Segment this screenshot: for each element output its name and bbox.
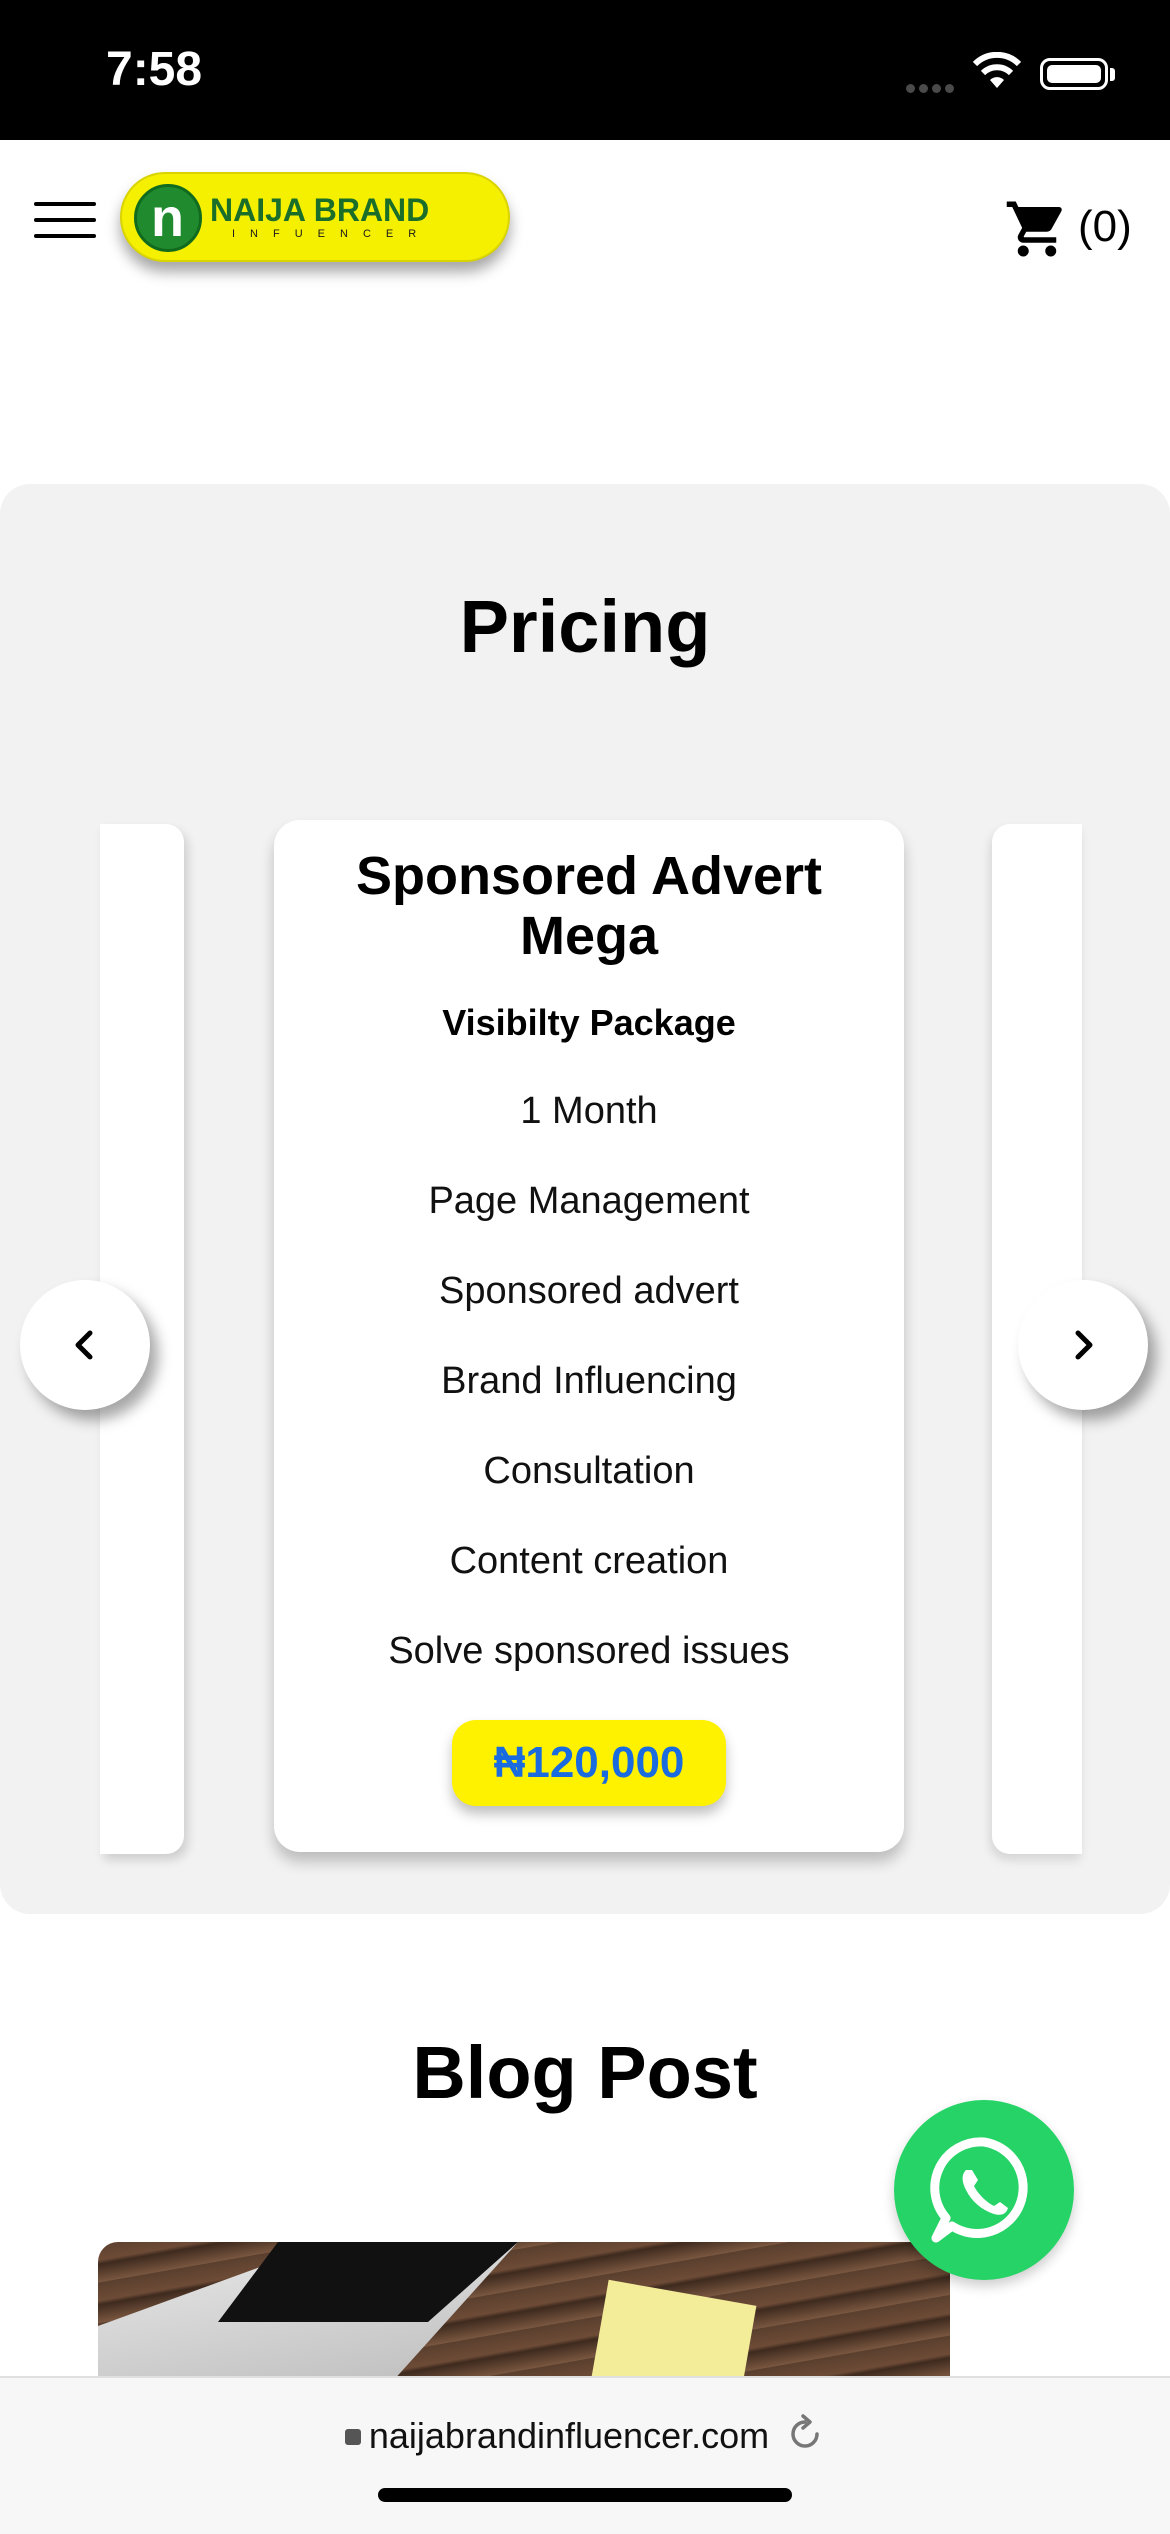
- card-subtitle: Visibilty Package: [442, 1002, 736, 1043]
- reload-icon[interactable]: [785, 2414, 825, 2463]
- browser-url-bar[interactable]: naijabrandinfluencer.com: [0, 2376, 1170, 2534]
- logo-title: NAIJA BRAND: [210, 192, 430, 228]
- notepad-illustration: [589, 2279, 757, 2382]
- hamburger-menu-icon[interactable]: [34, 202, 96, 242]
- status-time: 7:58: [106, 43, 203, 96]
- feature-item: Brand Influencing: [441, 1360, 737, 1402]
- url-text: naijabrandinfluencer.com: [368, 2415, 770, 2457]
- feature-item: Page Management: [428, 1180, 750, 1222]
- chevron-right-icon: [1075, 1330, 1093, 1360]
- card-title-line1: Sponsored Advert: [355, 846, 823, 906]
- logo-emblem: n: [134, 184, 202, 252]
- feature-item: Content creation: [449, 1540, 729, 1582]
- url-display[interactable]: naijabrandinfluencer.com: [0, 2414, 1170, 2463]
- card-title: Sponsored Advert Mega: [274, 846, 904, 966]
- price-button[interactable]: ₦120,000: [452, 1720, 726, 1806]
- blog-post-image[interactable]: [98, 2242, 950, 2382]
- carousel-next-button[interactable]: [1018, 1280, 1148, 1410]
- pricing-title: Pricing: [459, 585, 711, 668]
- lock-icon: [344, 2428, 361, 2445]
- whatsapp-chat-button[interactable]: [894, 2100, 1074, 2280]
- site-logo[interactable]: n NAIJA BRAND INFUENCER: [120, 172, 510, 262]
- whatsapp-icon: [930, 2137, 1028, 2243]
- cart-icon[interactable]: [1004, 196, 1070, 266]
- pricing-card: Sponsored Advert Mega Visibilty Package …: [274, 820, 904, 1852]
- cart-count[interactable]: (0): [1078, 202, 1132, 252]
- card-title-line2: Mega: [519, 906, 659, 966]
- battery-cap: [1110, 68, 1115, 81]
- feature-item: Sponsored advert: [439, 1270, 739, 1312]
- chevron-left-icon: [75, 1330, 93, 1360]
- carousel-prev-button[interactable]: [20, 1280, 150, 1410]
- cellular-signal-icon: [906, 78, 958, 97]
- feature-item: Consultation: [483, 1450, 695, 1492]
- pricing-section: Pricing Sponsored Advert Mega Visibilty …: [0, 484, 1170, 1914]
- logo-subtitle: INFUENCER: [232, 228, 432, 240]
- site-header: n NAIJA BRAND INFUENCER (0): [0, 140, 1170, 300]
- wifi-icon: [972, 51, 1022, 96]
- feature-item: 1 Month: [520, 1090, 658, 1132]
- home-indicator[interactable]: [378, 2488, 792, 2502]
- status-bar: 7:58: [0, 0, 1170, 140]
- battery-icon: [1040, 58, 1108, 90]
- laptop-screen: [218, 2242, 518, 2322]
- feature-item: Solve sponsored issues: [388, 1630, 790, 1672]
